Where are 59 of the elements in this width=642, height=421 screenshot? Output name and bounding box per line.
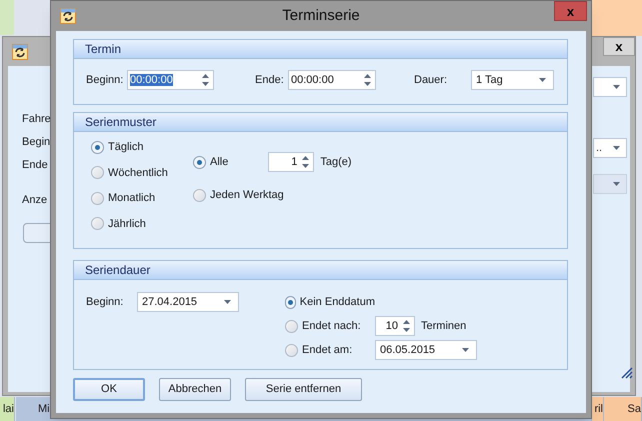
radio-button[interactable]: Kein Enddatum [285,294,375,310]
field-label: Beginn: [86,72,124,88]
close-button[interactable]: x [603,37,635,56]
spinner-arrows-icon [364,74,371,86]
field-label: Begin [22,135,50,150]
dialog-button[interactable]: OK [73,378,145,401]
dropdown-caret-icon [539,78,546,82]
radio-button[interactable]: Endet nach: [285,318,375,334]
dropdown[interactable]: .. [593,138,627,158]
field-label: Ende: [255,72,285,88]
group-title: Serienmuster [85,114,156,131]
dropdown[interactable] [593,77,627,97]
dropdown-value: .. [596,142,602,154]
spinner-field[interactable]: 1 [268,152,314,172]
close-button[interactable]: x [554,1,587,21]
field-label: Ende [22,158,48,173]
dropdown-caret-icon [462,348,469,352]
unit-label: Terminen [421,318,466,334]
radio-button[interactable]: Jährlich [91,216,168,232]
date-dropdown[interactable]: 06.05.2015 [375,340,477,360]
calendar-header-cell: lai [0,397,15,421]
field-label: Fahre [22,112,51,127]
app-icon [12,44,28,60]
dropdown-caret-icon [613,182,620,186]
panel-background [592,0,642,36]
calendar-header-cell: Sa [604,397,642,421]
field-label: Dauer: [414,72,448,88]
spinner-arrows-icon [302,156,310,168]
radio-button[interactable]: Endet am: [285,342,375,358]
app-icon [60,8,76,24]
radio-button[interactable]: Täglich [91,139,168,156]
field-label: Anze [22,193,48,208]
radio-button[interactable]: Alle [193,154,228,170]
dialog-button[interactable]: Serie entfernen [245,378,362,401]
spinner-arrows-icon [202,74,209,86]
dropdown-value: 06.05.2015 [380,344,436,356]
spinner-arrows-icon [403,320,410,332]
dropdown-caret-icon [224,300,231,304]
unit-label: Tag(e) [320,154,352,170]
date-dropdown[interactable]: 27.04.2015 [137,292,239,312]
spinner-field[interactable]: 00:00:00 [288,70,376,90]
resize-grip-icon [619,365,633,379]
radio-button[interactable]: Jeden Werktag [193,186,284,204]
panel-background [0,0,14,35]
radio-button[interactable]: Monatlich [91,190,168,206]
dropdown-value: 27.04.2015 [142,296,198,308]
calendar-header-cell: ril [592,397,604,421]
dropdown[interactable]: 1 Tag [471,70,554,90]
radio-button[interactable]: Wöchentlich [91,164,168,181]
field-label: Beginn: [86,294,124,310]
dialog-button[interactable]: Abbrechen [159,378,231,401]
dropdown-caret-icon [613,146,620,150]
spinner-field[interactable]: 00:00:00 [127,70,214,90]
spinner-field[interactable]: 10 [375,316,415,336]
group-title: Termin [85,41,122,58]
dropdown-value: 1 Tag [476,74,503,86]
window-title: Terminserie [282,6,360,26]
group-title: Seriendauer [85,262,150,279]
dropdown-caret-icon [613,85,620,89]
